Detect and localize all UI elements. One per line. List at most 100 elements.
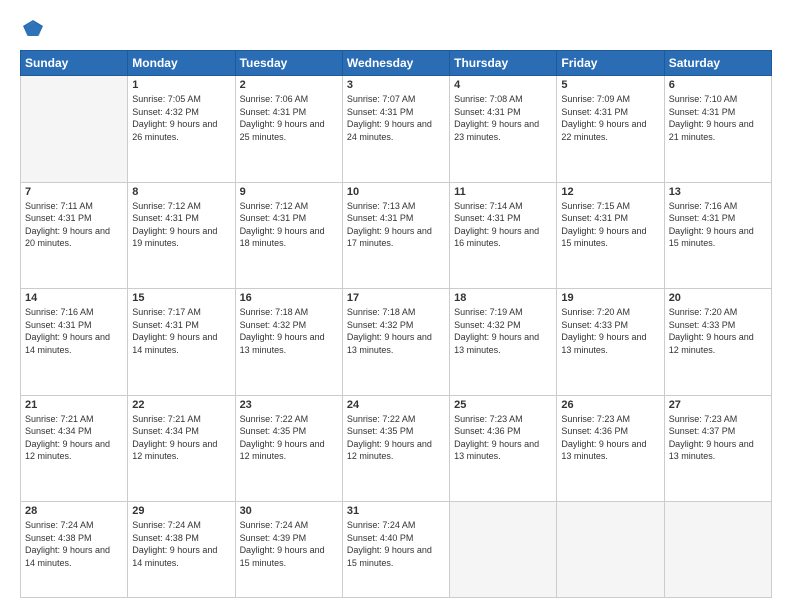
- calendar-cell: 29 Sunrise: 7:24 AMSunset: 4:38 PMDayligh…: [128, 502, 235, 598]
- day-number: 15: [132, 292, 230, 304]
- col-header-tuesday: Tuesday: [235, 51, 342, 76]
- calendar-cell: 28 Sunrise: 7:24 AMSunset: 4:38 PMDayligh…: [21, 502, 128, 598]
- day-number: 12: [561, 186, 659, 198]
- calendar-cell: 4Sunrise: 7:08 AMSunset: 4:31 PMDaylight…: [450, 76, 557, 183]
- page: SundayMondayTuesdayWednesdayThursdayFrid…: [0, 0, 792, 612]
- calendar-cell: 7 Sunrise: 7:11 AMSunset: 4:31 PMDaylight…: [21, 182, 128, 289]
- day-number: 21: [25, 399, 123, 411]
- day-number: 22: [132, 399, 230, 411]
- day-info: Sunrise: 7:20 AMSunset: 4:33 PMDaylight:…: [669, 306, 767, 356]
- day-number: 8: [132, 186, 230, 198]
- day-info: Sunrise: 7:24 AMSunset: 4:38 PMDaylight:…: [132, 519, 230, 569]
- day-number: 6: [669, 79, 767, 91]
- calendar-cell: 20 Sunrise: 7:20 AMSunset: 4:33 PMDayligh…: [664, 289, 771, 396]
- day-number: 18: [454, 292, 552, 304]
- day-info: Sunrise: 7:22 AMSunset: 4:35 PMDaylight:…: [347, 413, 445, 463]
- header: [20, 18, 772, 40]
- calendar-cell: 24 Sunrise: 7:22 AMSunset: 4:35 PMDayligh…: [342, 395, 449, 502]
- calendar-cell: 10 Sunrise: 7:13 AMSunset: 4:31 PMDayligh…: [342, 182, 449, 289]
- calendar-cell: 18 Sunrise: 7:19 AMSunset: 4:32 PMDayligh…: [450, 289, 557, 396]
- calendar-cell: [557, 502, 664, 598]
- day-info: Sunrise: 7:20 AMSunset: 4:33 PMDaylight:…: [561, 306, 659, 356]
- calendar-cell: 9 Sunrise: 7:12 AMSunset: 4:31 PMDaylight…: [235, 182, 342, 289]
- calendar-cell: 1 Sunrise: 7:05 AMSunset: 4:32 PMDaylight…: [128, 76, 235, 183]
- calendar-cell: 26 Sunrise: 7:23 AMSunset: 4:36 PMDayligh…: [557, 395, 664, 502]
- day-number: 17: [347, 292, 445, 304]
- day-number: 31: [347, 505, 445, 517]
- calendar-cell: 15Sunrise: 7:17 AMSunset: 4:31 PMDayligh…: [128, 289, 235, 396]
- day-info: Sunrise: 7:24 AMSunset: 4:38 PMDaylight:…: [25, 519, 123, 569]
- day-info: Sunrise: 7:08 AMSunset: 4:31 PMDaylight:…: [454, 93, 552, 143]
- calendar-cell: 16Sunrise: 7:18 AMSunset: 4:32 PMDayligh…: [235, 289, 342, 396]
- calendar-cell: [450, 502, 557, 598]
- col-header-thursday: Thursday: [450, 51, 557, 76]
- day-number: 10: [347, 186, 445, 198]
- day-info: Sunrise: 7:06 AMSunset: 4:31 PMDaylight:…: [240, 93, 338, 143]
- day-info: Sunrise: 7:24 AMSunset: 4:39 PMDaylight:…: [240, 519, 338, 569]
- day-info: Sunrise: 7:21 AMSunset: 4:34 PMDaylight:…: [25, 413, 123, 463]
- col-header-friday: Friday: [557, 51, 664, 76]
- calendar-cell: 30 Sunrise: 7:24 AMSunset: 4:39 PMDayligh…: [235, 502, 342, 598]
- calendar-cell: 14 Sunrise: 7:16 AMSunset: 4:31 PMDayligh…: [21, 289, 128, 396]
- calendar-cell: [21, 76, 128, 183]
- day-number: 13: [669, 186, 767, 198]
- day-info: Sunrise: 7:10 AMSunset: 4:31 PMDaylight:…: [669, 93, 767, 143]
- day-number: 2: [240, 79, 338, 91]
- calendar-cell: 17 Sunrise: 7:18 AMSunset: 4:32 PMDayligh…: [342, 289, 449, 396]
- day-info: Sunrise: 7:18 AMSunset: 4:32 PMDaylight:…: [347, 306, 445, 356]
- day-number: 11: [454, 186, 552, 198]
- calendar-table: SundayMondayTuesdayWednesdayThursdayFrid…: [20, 50, 772, 598]
- day-info: Sunrise: 7:11 AMSunset: 4:31 PMDaylight:…: [25, 200, 123, 250]
- calendar-cell: 12 Sunrise: 7:15 AMSunset: 4:31 PMDayligh…: [557, 182, 664, 289]
- calendar-cell: 23 Sunrise: 7:22 AMSunset: 4:35 PMDayligh…: [235, 395, 342, 502]
- day-number: 7: [25, 186, 123, 198]
- day-info: Sunrise: 7:21 AMSunset: 4:34 PMDaylight:…: [132, 413, 230, 463]
- day-info: Sunrise: 7:23 AMSunset: 4:36 PMDaylight:…: [454, 413, 552, 463]
- day-number: 20: [669, 292, 767, 304]
- calendar-cell: 19Sunrise: 7:20 AMSunset: 4:33 PMDayligh…: [557, 289, 664, 396]
- day-info: Sunrise: 7:23 AMSunset: 4:36 PMDaylight:…: [561, 413, 659, 463]
- calendar-cell: 6 Sunrise: 7:10 AMSunset: 4:31 PMDaylight…: [664, 76, 771, 183]
- calendar-cell: 21 Sunrise: 7:21 AMSunset: 4:34 PMDayligh…: [21, 395, 128, 502]
- day-number: 30: [240, 505, 338, 517]
- calendar-cell: [664, 502, 771, 598]
- day-number: 25: [454, 399, 552, 411]
- calendar-cell: 22 Sunrise: 7:21 AMSunset: 4:34 PMDayligh…: [128, 395, 235, 502]
- day-info: Sunrise: 7:22 AMSunset: 4:35 PMDaylight:…: [240, 413, 338, 463]
- col-header-saturday: Saturday: [664, 51, 771, 76]
- day-info: Sunrise: 7:24 AMSunset: 4:40 PMDaylight:…: [347, 519, 445, 569]
- col-header-sunday: Sunday: [21, 51, 128, 76]
- day-number: 3: [347, 79, 445, 91]
- day-info: Sunrise: 7:12 AMSunset: 4:31 PMDaylight:…: [240, 200, 338, 250]
- day-number: 29: [132, 505, 230, 517]
- day-info: Sunrise: 7:13 AMSunset: 4:31 PMDaylight:…: [347, 200, 445, 250]
- calendar-cell: 5Sunrise: 7:09 AMSunset: 4:31 PMDaylight…: [557, 76, 664, 183]
- day-info: Sunrise: 7:16 AMSunset: 4:31 PMDaylight:…: [25, 306, 123, 356]
- calendar-cell: 13 Sunrise: 7:16 AMSunset: 4:31 PMDayligh…: [664, 182, 771, 289]
- day-info: Sunrise: 7:12 AMSunset: 4:31 PMDaylight:…: [132, 200, 230, 250]
- day-number: 5: [561, 79, 659, 91]
- calendar-cell: 3Sunrise: 7:07 AMSunset: 4:31 PMDaylight…: [342, 76, 449, 183]
- day-number: 9: [240, 186, 338, 198]
- day-number: 16: [240, 292, 338, 304]
- calendar-cell: 2 Sunrise: 7:06 AMSunset: 4:31 PMDaylight…: [235, 76, 342, 183]
- calendar-cell: 31 Sunrise: 7:24 AMSunset: 4:40 PMDayligh…: [342, 502, 449, 598]
- day-info: Sunrise: 7:15 AMSunset: 4:31 PMDaylight:…: [561, 200, 659, 250]
- day-number: 24: [347, 399, 445, 411]
- day-info: Sunrise: 7:14 AMSunset: 4:31 PMDaylight:…: [454, 200, 552, 250]
- logo: [20, 18, 44, 40]
- logo-icon: [22, 18, 44, 40]
- day-number: 23: [240, 399, 338, 411]
- day-number: 1: [132, 79, 230, 91]
- day-info: Sunrise: 7:23 AMSunset: 4:37 PMDaylight:…: [669, 413, 767, 463]
- calendar-cell: 27Sunrise: 7:23 AMSunset: 4:37 PMDayligh…: [664, 395, 771, 502]
- day-number: 26: [561, 399, 659, 411]
- day-info: Sunrise: 7:16 AMSunset: 4:31 PMDaylight:…: [669, 200, 767, 250]
- calendar-cell: 11 Sunrise: 7:14 AMSunset: 4:31 PMDayligh…: [450, 182, 557, 289]
- calendar-cell: 8 Sunrise: 7:12 AMSunset: 4:31 PMDaylight…: [128, 182, 235, 289]
- day-number: 28: [25, 505, 123, 517]
- day-info: Sunrise: 7:19 AMSunset: 4:32 PMDaylight:…: [454, 306, 552, 356]
- col-header-wednesday: Wednesday: [342, 51, 449, 76]
- day-info: Sunrise: 7:05 AMSunset: 4:32 PMDaylight:…: [132, 93, 230, 143]
- day-number: 14: [25, 292, 123, 304]
